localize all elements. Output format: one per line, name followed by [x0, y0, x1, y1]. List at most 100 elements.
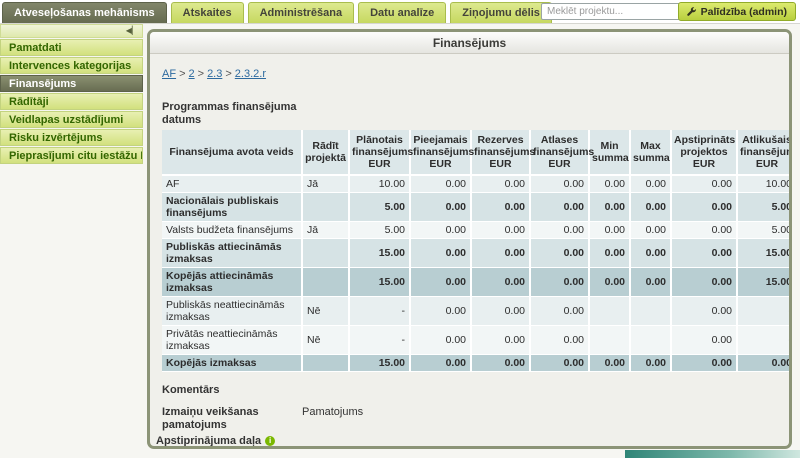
value-cell: 0.00: [531, 355, 590, 372]
value-cell: 0.00: [631, 222, 672, 239]
sidebar-item-intervences-kategorijas[interactable]: Intervences kategorijas: [0, 57, 143, 74]
sidebar-item-pieprasijumi-citu-iestazu-is[interactable]: Pieprasījumi citu iestāžu IS: [0, 147, 143, 164]
table-row-valsts-budzeta: Valsts budžeta finansējums Jā 5.00 0.00 …: [162, 222, 792, 239]
breadcrumb-link-2-3-2-r[interactable]: 2.3.2.r: [235, 68, 266, 80]
breadcrumb: AF>2>2.3>2.3.2.r: [162, 68, 789, 80]
value-cell: 0.00: [631, 239, 672, 268]
value-cell: 0.00: [531, 326, 590, 355]
value-cell: 0.00: [531, 193, 590, 222]
value-cell: 5.00: [738, 193, 792, 222]
value-cell: 5.00: [738, 222, 792, 239]
value-cell: 5.00: [350, 193, 411, 222]
value-cell: -: [738, 326, 792, 355]
col-header-atlases: Atlases finansējums EUR: [531, 130, 590, 176]
value-cell: [303, 193, 350, 222]
sidebar-item-raditaji[interactable]: Rādītāji: [0, 93, 143, 110]
breadcrumb-link-af[interactable]: AF: [162, 68, 176, 80]
value-cell: 0.00: [672, 222, 738, 239]
value-cell: 0.00: [631, 193, 672, 222]
sidebar-item-risku-izvertejums[interactable]: Risku izvērtējums: [0, 129, 143, 146]
col-header-planotais: Plānotais finansējums EUR: [350, 130, 411, 176]
col-header-atlikusais: Atlikušais finansējums EUR: [738, 130, 792, 176]
tab-datu-analize[interactable]: Datu analīze: [358, 2, 446, 23]
value-cell: 0.00: [672, 268, 738, 297]
value-cell: [590, 326, 631, 355]
comment-label: Komentārs: [162, 384, 789, 396]
table-row-kopejas-izmaksas: Kopējās izmaksas 15.00 0.00 0.00 0.00 0.…: [162, 355, 792, 372]
breadcrumb-link-2-3[interactable]: 2.3: [207, 68, 222, 80]
table-header-row: Finansējuma avota veids Rādīt projektā P…: [162, 130, 792, 176]
value-cell: 0.00: [472, 355, 531, 372]
program-funding-date-label: Programmas finansējuma datums: [162, 101, 312, 127]
value-cell: 0.00: [531, 239, 590, 268]
value-cell: 0.00: [411, 326, 472, 355]
table-row-privatas-neattiecinamas: Privātās neattiecināmās izmaksas Nē - 0.…: [162, 326, 792, 355]
value-cell: 0.00: [531, 176, 590, 193]
value-cell: Nē: [303, 297, 350, 326]
value-cell: [303, 268, 350, 297]
value-cell: 0.00: [631, 355, 672, 372]
breadcrumb-link-2[interactable]: 2: [189, 68, 195, 80]
table-row-kopejas-attiecinamas: Kopējās attiecināmās izmaksas 15.00 0.00…: [162, 268, 792, 297]
main-tabs: Atveseļošanas mehānisms Atskaites Admini…: [2, 2, 552, 23]
value-cell: 15.00: [350, 239, 411, 268]
value-cell: [303, 355, 350, 372]
value-cell: 0.00: [472, 193, 531, 222]
tab-atskaites[interactable]: Atskaites: [171, 2, 244, 23]
value-cell: 0.00: [590, 268, 631, 297]
value-cell: 0.00: [631, 176, 672, 193]
value-cell: 0.00: [411, 193, 472, 222]
tab-atvesejosanas-mehanisms[interactable]: Atveseļošanas mehānisms: [2, 2, 167, 23]
value-cell: 0.00: [531, 222, 590, 239]
value-cell: 0.00: [472, 239, 531, 268]
tab-zinojumu-delis[interactable]: Ziņojumu dēlis: [450, 2, 552, 23]
collapse-sidebar-icon[interactable]: ◀▏: [126, 27, 138, 35]
value-cell: -: [350, 297, 411, 326]
sidebar-item-pamatdati[interactable]: Pamatdati: [0, 39, 143, 56]
value-cell: 0.00: [672, 193, 738, 222]
value-cell: [590, 297, 631, 326]
value-cell: 0.00: [672, 326, 738, 355]
reason-label: Izmaiņu veikšanas pamatojums: [162, 406, 294, 432]
approval-label-text: Apstiprinājuma daļa: [156, 435, 261, 447]
funding-table: Finansējuma avota veids Rādīt projektā P…: [162, 130, 792, 372]
value-cell: [631, 297, 672, 326]
value-cell: 0.00: [631, 268, 672, 297]
row-label-cell: AF: [162, 176, 303, 193]
help-button[interactable]: Palīdzība (admin): [678, 2, 796, 21]
value-cell: 0.00: [738, 355, 792, 372]
sidebar: ◀▏ Pamatdati Intervences kategorijas Fin…: [0, 24, 143, 164]
sidebar-item-finansejums[interactable]: Finansējums: [0, 75, 143, 92]
row-label-cell: Kopējās izmaksas: [162, 355, 303, 372]
value-cell: 0.00: [411, 239, 472, 268]
value-cell: 0.00: [411, 176, 472, 193]
main-panel: Finansējums AF>2>2.3>2.3.2.r Programmas …: [147, 29, 792, 449]
value-cell: 0.00: [672, 176, 738, 193]
help-button-label: Palīdzība (admin): [701, 6, 787, 18]
value-cell: [303, 239, 350, 268]
value-cell: [631, 326, 672, 355]
value-cell: 0.00: [472, 297, 531, 326]
wrench-icon: [687, 7, 697, 17]
col-header-min-summa: Min summa: [590, 130, 631, 176]
info-icon[interactable]: i: [265, 436, 275, 446]
value-cell: 0.00: [411, 268, 472, 297]
col-header-apstiprinats: Apstiprināts projektos EUR: [672, 130, 738, 176]
value-cell: 0.00: [472, 176, 531, 193]
value-cell: 0.00: [472, 268, 531, 297]
value-cell: 15.00: [738, 268, 792, 297]
table-row-publiskas-attiecinamas: Publiskās attiecināmās izmaksas 15.00 0.…: [162, 239, 792, 268]
value-cell: 0.00: [531, 268, 590, 297]
value-cell: 0.00: [411, 297, 472, 326]
tab-administresana[interactable]: Administrēšana: [248, 2, 355, 23]
reason-row: Izmaiņu veikšanas pamatojums Pamatojums: [162, 406, 789, 432]
sidebar-header: ◀▏: [0, 24, 143, 38]
value-cell: 15.00: [350, 355, 411, 372]
col-header-max-summa: Max summa: [631, 130, 672, 176]
value-cell: 15.00: [350, 268, 411, 297]
value-cell: Nē: [303, 326, 350, 355]
sidebar-item-veidlapas-uzstadijumi[interactable]: Veidlapas uzstādījumi: [0, 111, 143, 128]
breadcrumb-separator: >: [225, 68, 231, 80]
value-cell: -: [738, 297, 792, 326]
col-header-rezerves: Rezerves finansējums EUR: [472, 130, 531, 176]
